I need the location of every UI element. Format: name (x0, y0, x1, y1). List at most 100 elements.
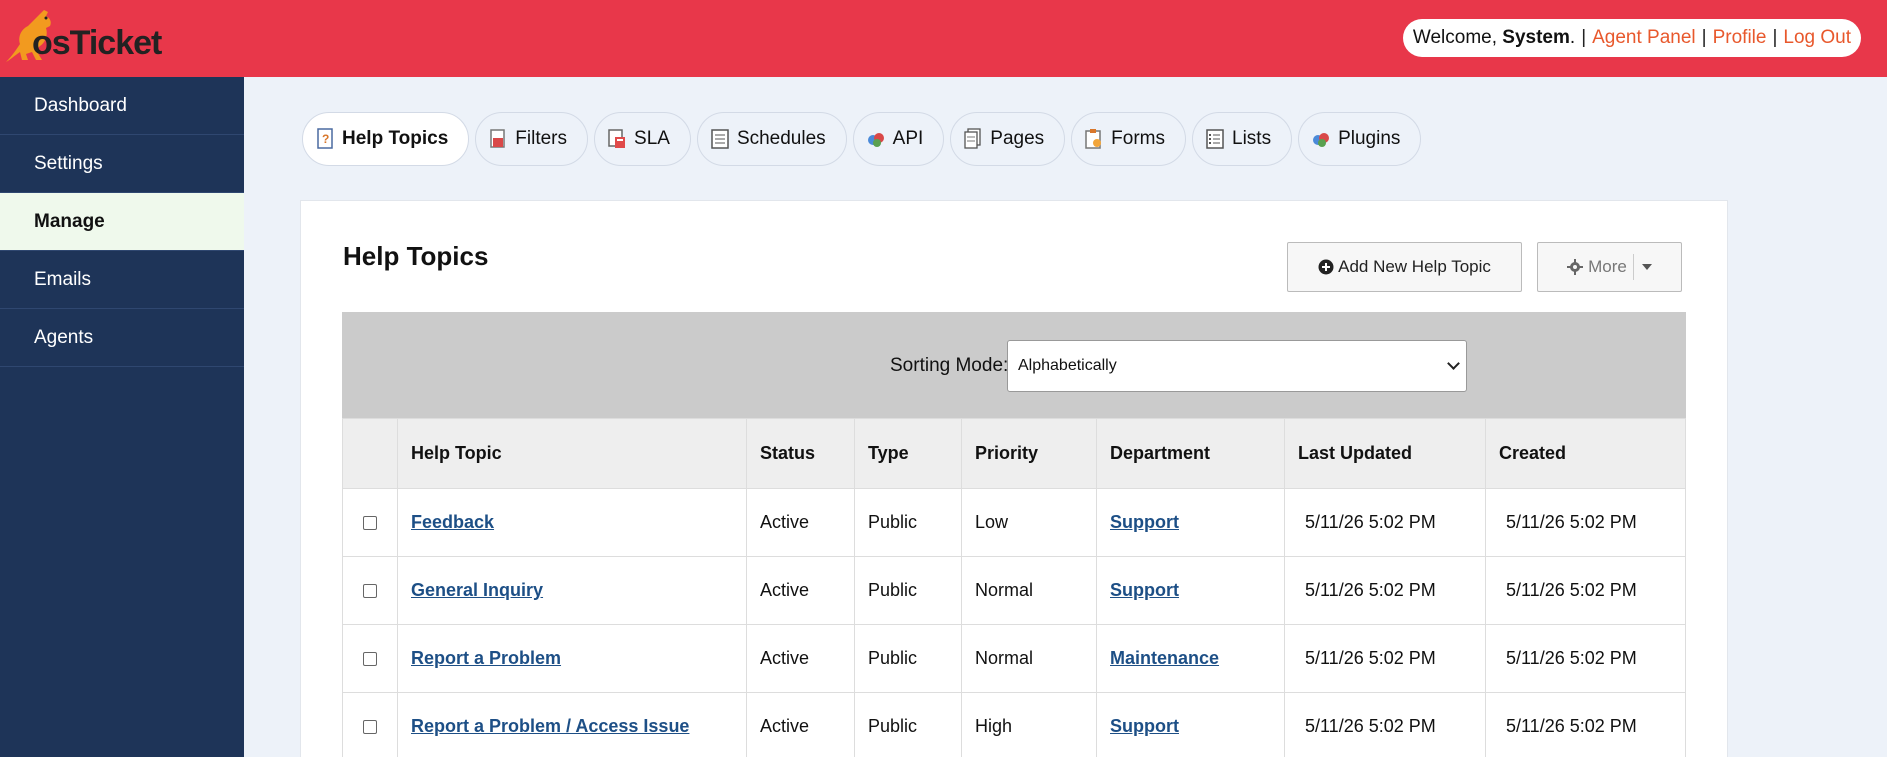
column-header-created[interactable]: Created (1485, 418, 1686, 489)
status-cell: Active (746, 556, 855, 625)
osticket-logo[interactable]: osTicket (2, 6, 162, 66)
help-topic-link[interactable]: Report a Problem / Access Issue (411, 716, 689, 736)
sidebar-item-label: Agents (34, 326, 94, 348)
sidebar-item-label: Manage (34, 210, 105, 232)
priority-cell: Low (961, 488, 1097, 557)
logout-link[interactable]: Log Out (1783, 27, 1851, 49)
sidebar-item-dashboard[interactable]: Dashboard (0, 77, 244, 135)
api-icon (866, 128, 886, 150)
department-cell: Maintenance (1096, 624, 1285, 693)
department-link[interactable]: Support (1110, 716, 1179, 736)
tab-filters[interactable]: Filters (475, 112, 589, 166)
user-name: System (1502, 27, 1570, 48)
schedules-icon (710, 128, 730, 150)
row-checkbox[interactable] (363, 652, 377, 667)
priority-cell: Normal (961, 624, 1097, 693)
type-cell: Public (854, 624, 962, 693)
row-checkbox[interactable] (363, 584, 377, 599)
help-topics-icon: ? (315, 128, 335, 150)
row-checkbox[interactable] (363, 516, 377, 531)
tab-forms[interactable]: Forms (1071, 112, 1186, 166)
row-select-cell (342, 692, 398, 757)
sidebar-nav: Dashboard Settings Manage Emails Agents (0, 77, 244, 757)
sidebar-item-manage[interactable]: Manage (0, 193, 244, 251)
separator: | (1701, 27, 1707, 48)
tab-help-topics[interactable]: ? Help Topics (302, 112, 470, 166)
column-header-status[interactable]: Status (746, 418, 855, 489)
status-cell: Active (746, 692, 855, 757)
help-topic-link[interactable]: Feedback (411, 512, 494, 532)
status-cell: Active (746, 488, 855, 557)
row-select-cell (342, 556, 398, 625)
table-row: Feedback Active Public Low Support 5/11/… (342, 488, 1686, 557)
priority-cell: Normal (961, 556, 1097, 625)
column-header-type[interactable]: Type (854, 418, 962, 489)
tab-api[interactable]: API (852, 112, 945, 166)
sidebar-item-agents[interactable]: Agents (0, 309, 244, 367)
table-row: Report a Problem Active Public Normal Ma… (342, 624, 1686, 693)
separator: | (1772, 27, 1778, 48)
priority-cell: High (961, 692, 1097, 757)
department-cell: Support (1096, 488, 1285, 557)
department-link[interactable]: Support (1110, 512, 1179, 532)
profile-link[interactable]: Profile (1713, 27, 1767, 49)
tab-sla[interactable]: SLA (594, 112, 691, 166)
tab-lists[interactable]: Lists (1192, 112, 1293, 166)
more-dropdown-button[interactable]: More (1537, 242, 1682, 292)
type-cell: Public (854, 556, 962, 625)
row-checkbox[interactable] (363, 720, 377, 735)
svg-text:?: ? (322, 132, 329, 146)
help-topic-link[interactable]: General Inquiry (411, 580, 543, 600)
add-help-topic-button[interactable]: Add New Help Topic (1287, 242, 1522, 292)
chevron-down-icon (1447, 357, 1460, 370)
column-header-department[interactable]: Department (1096, 418, 1285, 489)
select-column-header (342, 418, 398, 489)
row-select-cell (342, 488, 398, 557)
type-cell: Public (854, 692, 962, 757)
type-cell: Public (854, 488, 962, 557)
agent-panel-link[interactable]: Agent Panel (1592, 27, 1696, 49)
sidebar-item-emails[interactable]: Emails (0, 251, 244, 309)
last-updated-cell: 5/11/26 5:02 PM (1284, 488, 1486, 557)
help-topic-cell: Report a Problem / Access Issue (397, 692, 747, 757)
last-updated-cell: 5/11/26 5:02 PM (1284, 692, 1486, 757)
column-header-help-topic[interactable]: Help Topic (397, 418, 747, 489)
column-header-priority[interactable]: Priority (961, 418, 1097, 489)
tab-label: Pages (990, 128, 1045, 149)
help-topic-cell: Report a Problem (397, 624, 747, 693)
plus-circle-icon (1318, 259, 1334, 275)
more-button-label: More (1588, 257, 1627, 276)
tab-label: Lists (1232, 128, 1272, 149)
tab-label: Forms (1111, 128, 1165, 149)
top-header: osTicket Welcome, System. | Agent Panel … (0, 0, 1887, 77)
department-link[interactable]: Support (1110, 580, 1179, 600)
tab-plugins[interactable]: Plugins (1298, 112, 1422, 166)
tab-label: SLA (634, 128, 670, 149)
pages-icon (963, 128, 983, 150)
welcome-bar: Welcome, System. | Agent Panel | Profile… (1402, 19, 1861, 57)
manage-tabs: ? Help Topics Filters SLA Schedules API … (302, 112, 1427, 166)
created-cell: 5/11/26 5:02 PM (1485, 488, 1686, 557)
sidebar-item-label: Emails (34, 268, 92, 290)
page-title: Help Topics (343, 241, 489, 271)
status-cell: Active (746, 624, 855, 693)
last-updated-cell: 5/11/26 5:02 PM (1284, 556, 1486, 625)
sorting-mode-label: Sorting Mode: (890, 355, 1009, 376)
sorting-mode-select[interactable]: Alphabetically (1007, 340, 1467, 392)
department-link[interactable]: Maintenance (1110, 648, 1219, 668)
tab-schedules[interactable]: Schedules (696, 112, 847, 166)
row-select-cell (342, 624, 398, 693)
help-topic-cell: Feedback (397, 488, 747, 557)
help-topic-link[interactable]: Report a Problem (411, 648, 561, 668)
welcome-prefix: Welcome, (1412, 27, 1498, 48)
column-header-last-updated[interactable]: Last Updated (1284, 418, 1486, 489)
tab-pages[interactable]: Pages (950, 112, 1066, 166)
sidebar-item-settings[interactable]: Settings (0, 135, 244, 193)
welcome-suffix: . (1569, 27, 1576, 48)
filters-icon (488, 128, 508, 150)
tab-label: Help Topics (342, 128, 449, 149)
caret-down-icon (1641, 264, 1652, 270)
sorting-mode-value: Alphabetically (1018, 357, 1117, 374)
help-topics-table: Help Topic Status Type Priority Departme… (342, 418, 1686, 757)
plugins-icon (1311, 128, 1331, 150)
